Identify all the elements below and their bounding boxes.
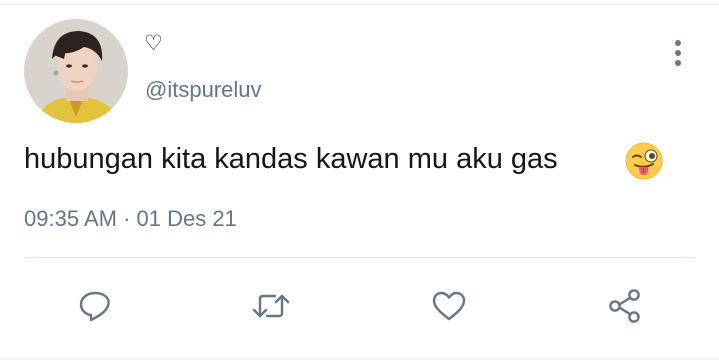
winking-face-with-tongue-icon	[625, 142, 663, 180]
retweet-button[interactable]	[249, 284, 293, 328]
tweet-text: hubungan kita kandas kawan mu aku gas	[24, 143, 558, 175]
reply-button[interactable]	[73, 284, 117, 328]
reply-icon	[79, 291, 110, 322]
actions-divider	[24, 257, 696, 258]
user-handle[interactable]: @itspureluv	[145, 77, 262, 103]
display-name[interactable]: ♡	[144, 30, 163, 56]
tweet-timestamp[interactable]: 09:35 AM · 01 Des 21	[24, 206, 237, 232]
like-button[interactable]	[427, 284, 471, 328]
share-icon	[609, 289, 640, 323]
avatar-image	[24, 19, 128, 123]
retweet-icon	[252, 294, 290, 318]
avatar[interactable]	[24, 19, 128, 123]
heart-icon	[432, 291, 466, 321]
more-options-icon[interactable]	[668, 38, 688, 68]
share-button[interactable]	[603, 284, 647, 328]
top-divider	[0, 4, 719, 5]
